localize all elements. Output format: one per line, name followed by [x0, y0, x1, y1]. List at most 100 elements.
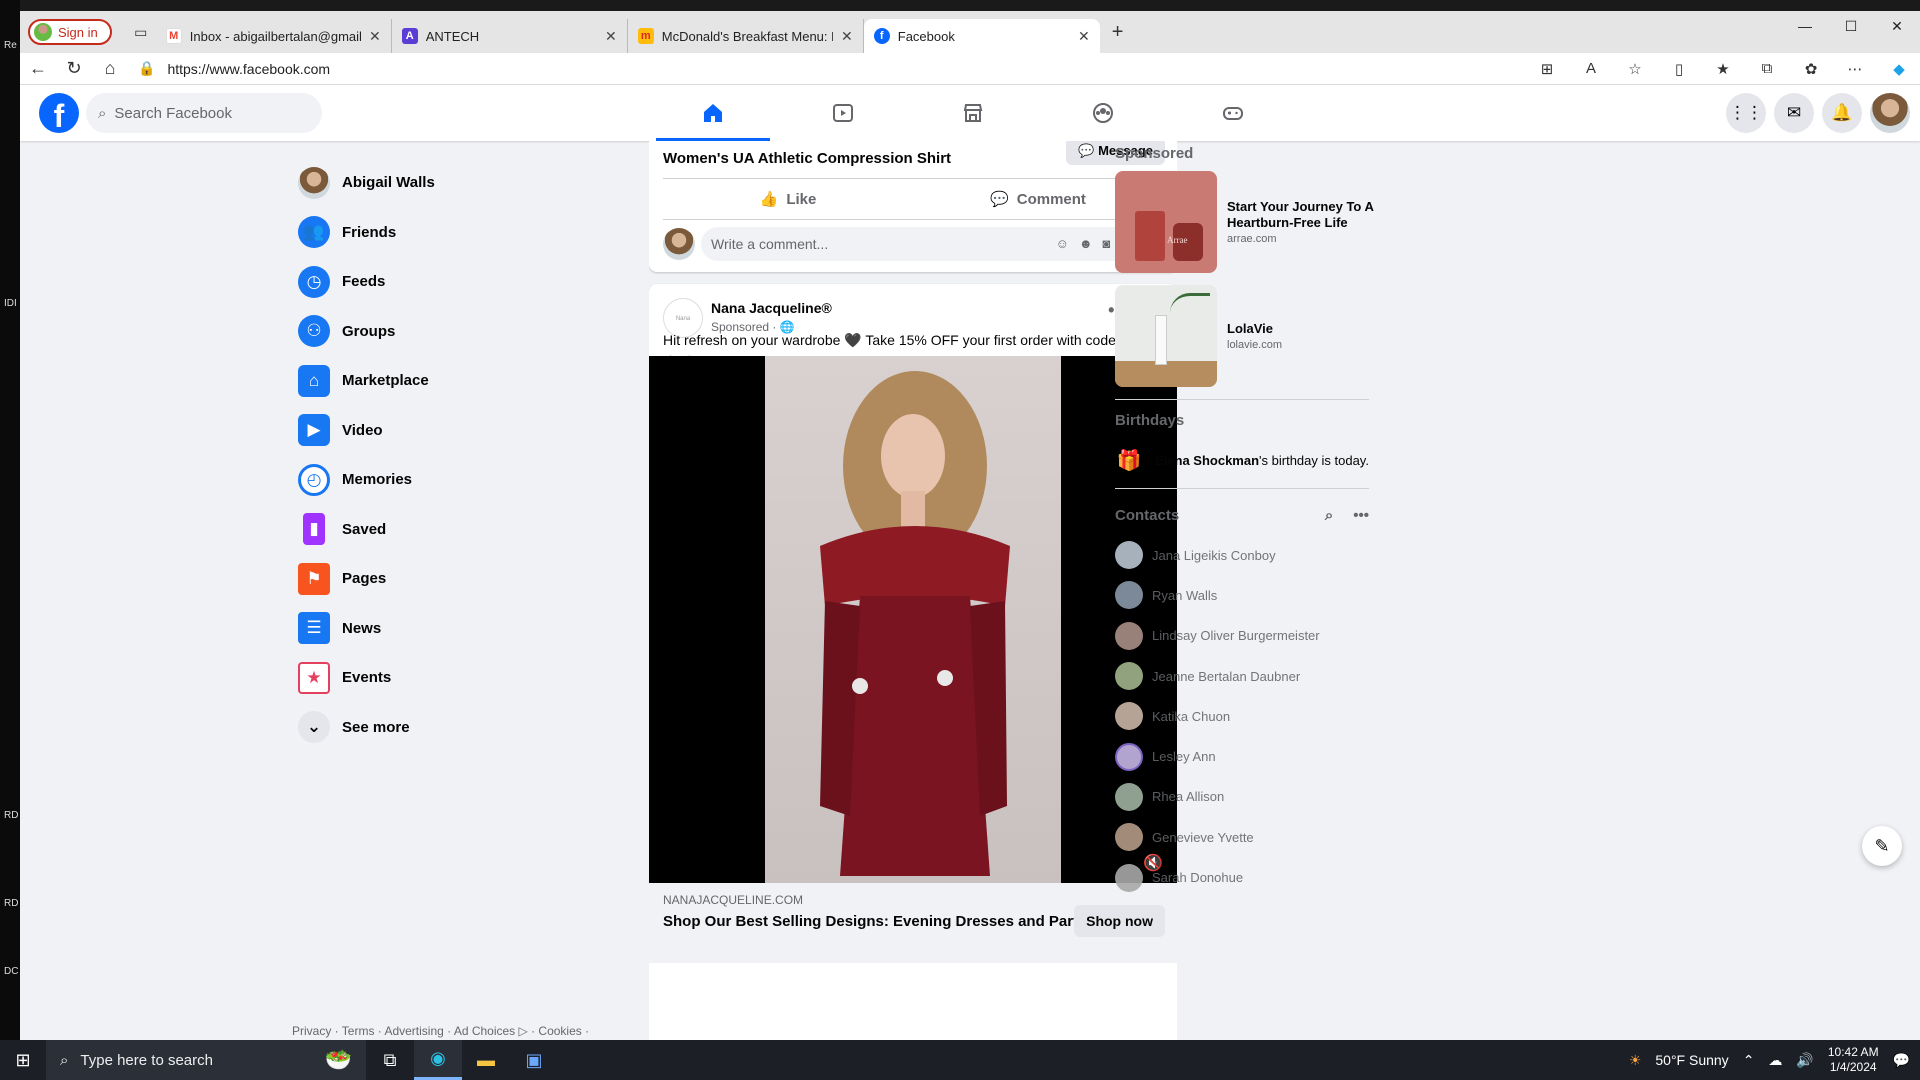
sidebar-item-pages[interactable]: ⚑ Pages — [290, 554, 590, 604]
nav-gaming[interactable] — [1168, 85, 1298, 141]
footer-links[interactable]: Privacy · Terms · Advertising · Ad Choic… — [292, 1023, 612, 1040]
gift-icon: 🎁 — [1116, 449, 1142, 472]
avatar-sticker-icon[interactable]: ☺ — [1056, 236, 1069, 252]
emoji-icon[interactable]: ☻ — [1079, 236, 1093, 252]
sponsored-ad[interactable]: Arrae Start Your Journey To A Heartburn-… — [1115, 171, 1385, 273]
close-icon[interactable]: ✕ — [841, 28, 853, 45]
taskbar-search[interactable]: ⌕ Type here to search 🥗 — [46, 1040, 366, 1080]
notifications-bell-icon[interactable]: 🔔 — [1822, 93, 1862, 133]
edge-icon[interactable]: ◉ — [414, 1040, 462, 1080]
comment-input[interactable]: Write a comment... ☺ ☻ ◙ ▣ ◪ — [701, 227, 1165, 261]
new-message-button[interactable]: ✎ — [1862, 826, 1902, 866]
contact-item[interactable]: Rhea Allison — [1115, 777, 1385, 817]
sidebar-item-see-more[interactable]: ⌄ See more — [290, 703, 590, 753]
taskbar-search-placeholder: Type here to search — [80, 1051, 213, 1069]
sidebar-item-friends[interactable]: 👥 Friends — [290, 208, 590, 258]
contact-item[interactable]: Katika Chuon — [1115, 696, 1385, 736]
close-window-icon[interactable]: ✕ — [1874, 11, 1920, 41]
tab-actions-icon[interactable]: ▭ — [126, 17, 156, 47]
sponsored-ad[interactable]: LolaVie lolavie.com — [1115, 285, 1385, 387]
sidebar-item-profile[interactable]: Abigail Walls — [290, 158, 590, 208]
weather-text[interactable]: 50°F Sunny — [1655, 1052, 1728, 1068]
extensions-icon[interactable]: ✿ — [1800, 60, 1822, 78]
notifications-icon[interactable]: 💬 — [1893, 1052, 1910, 1069]
tab-gmail[interactable]: M Inbox - abigailbertalan@gmail.co ✕ — [156, 19, 392, 53]
sidebar-item-events[interactable]: ★ Events — [290, 653, 590, 703]
tab-antech[interactable]: A ANTECH ✕ — [392, 19, 628, 53]
address-bar-row: ← ↻ ⌂ 🔒 https://www.facebook.com ⊞ A ☆ ▯… — [20, 53, 1920, 85]
clock-time: 10:42 AM — [1827, 1045, 1879, 1059]
sidebar-item-feeds[interactable]: ◷ Feeds — [290, 257, 590, 307]
contact-item[interactable]: Lindsay Oliver Burgermeister — [1115, 616, 1385, 656]
favorites-icon[interactable]: ★ — [1712, 60, 1734, 78]
home-icon[interactable]: ⌂ — [92, 58, 128, 79]
sidebar-item-groups[interactable]: ⚇ Groups — [290, 307, 590, 357]
chevron-up-icon[interactable]: ⌃ — [1743, 1052, 1755, 1069]
minimize-icon[interactable]: — — [1782, 11, 1828, 41]
favorite-star-icon[interactable]: ☆ — [1624, 60, 1646, 78]
search-icon[interactable]: ⌕ — [1325, 507, 1333, 524]
copilot-icon[interactable]: ◆ — [1888, 60, 1910, 78]
contact-item[interactable]: Lesley Ann — [1115, 736, 1385, 776]
like-button[interactable]: 👍 Like — [663, 179, 913, 219]
facebook-logo[interactable]: f — [39, 93, 79, 133]
close-icon[interactable]: ✕ — [1078, 28, 1090, 45]
sidebar-item-memories[interactable]: ◴ Memories — [290, 455, 590, 505]
search-placeholder: Search Facebook — [114, 104, 232, 122]
maximize-icon[interactable]: ☐ — [1828, 11, 1874, 41]
file-explorer-icon[interactable]: ▬ — [462, 1040, 510, 1080]
ad-photo — [765, 356, 1061, 883]
tab-facebook[interactable]: f Facebook ✕ — [863, 19, 1100, 53]
sidebar-item-video[interactable]: ▶ Video — [290, 406, 590, 456]
task-view-icon[interactable]: ⧉ — [366, 1040, 414, 1080]
account-avatar[interactable] — [1870, 93, 1910, 133]
address-bar[interactable]: 🔒 https://www.facebook.com — [138, 60, 330, 77]
post-video[interactable]: 🔇 — [649, 356, 1177, 883]
post-title: Women's UA Athletic Compression Shirt — [663, 150, 952, 167]
tab-mcdonalds[interactable]: m McDonald's Breakfast Menu: Bre ✕ — [628, 19, 864, 53]
contact-item[interactable]: Jana Ligeikis Conboy — [1115, 535, 1385, 575]
collections-icon[interactable]: ⧉ — [1756, 60, 1778, 77]
read-aloud-icon[interactable]: A — [1580, 60, 1602, 77]
sidebar-item-label: Abigail Walls — [342, 174, 435, 192]
windows-start-icon[interactable]: ⊞ — [0, 1050, 46, 1071]
shop-now-button[interactable]: Shop now — [1074, 905, 1165, 937]
facebook-search-input[interactable]: ⌕ Search Facebook — [86, 93, 322, 133]
ad-link-preview[interactable]: NANAJACQUELINE.COM Shop Our Best Selling… — [649, 883, 1177, 963]
refresh-icon[interactable]: ↻ — [56, 58, 92, 79]
volume-icon[interactable]: 🔊 — [1796, 1052, 1813, 1069]
back-icon[interactable]: ← — [20, 58, 56, 79]
close-icon[interactable]: ✕ — [605, 28, 617, 45]
menu-grid-icon[interactable]: ⋮⋮ — [1726, 93, 1766, 133]
windows-taskbar: ⊞ ⌕ Type here to search 🥗 ⧉ ◉ ▬ ▣ ☀ 50°F… — [0, 1040, 1920, 1080]
contact-item[interactable]: Sarah Donohue — [1115, 857, 1385, 897]
nav-video[interactable] — [778, 85, 908, 141]
messenger-icon[interactable]: ✉ — [1774, 93, 1814, 133]
nav-marketplace[interactable] — [908, 85, 1038, 141]
tab-title: Facebook — [897, 28, 955, 44]
contact-item[interactable]: Ryan Walls — [1115, 575, 1385, 615]
birthday-notice[interactable]: 🎁 Elena Shockman's birthday is today. — [1115, 438, 1385, 482]
app-available-icon[interactable]: ⊞ — [1536, 60, 1558, 78]
app-icon[interactable]: ▣ — [510, 1040, 558, 1080]
lock-icon: 🔒 — [138, 60, 156, 76]
sidebar-item-saved[interactable]: ▮ Saved — [290, 505, 590, 555]
split-screen-icon[interactable]: ▯ — [1668, 60, 1690, 78]
sidebar-item-label: Pages — [342, 570, 387, 588]
camera-icon[interactable]: ◙ — [1103, 236, 1111, 252]
post-author[interactable]: Nana Jacqueline® — [711, 300, 832, 316]
clock[interactable]: 10:42 AM 1/4/2024 — [1828, 1045, 1879, 1075]
sidebar-item-news[interactable]: ☰ News — [290, 604, 590, 654]
new-tab-button[interactable]: + — [1112, 21, 1124, 44]
profile-signin-button[interactable]: Sign in — [28, 19, 112, 45]
sidebar-item-marketplace[interactable]: ⌂ Marketplace — [290, 356, 590, 406]
desktop-label: RD — [4, 898, 19, 909]
onedrive-icon[interactable]: ☁ — [1768, 1052, 1782, 1069]
contact-item[interactable]: Genevieve Yvette — [1115, 817, 1385, 857]
close-icon[interactable]: ✕ — [369, 28, 381, 45]
more-options-icon[interactable]: ••• — [1353, 507, 1369, 524]
contact-item[interactable]: Jeanne Bertalan Daubner — [1115, 656, 1385, 696]
more-options-icon[interactable]: ⋯ — [1844, 60, 1866, 78]
nav-groups[interactable] — [1038, 85, 1168, 141]
nav-home[interactable] — [648, 85, 778, 141]
